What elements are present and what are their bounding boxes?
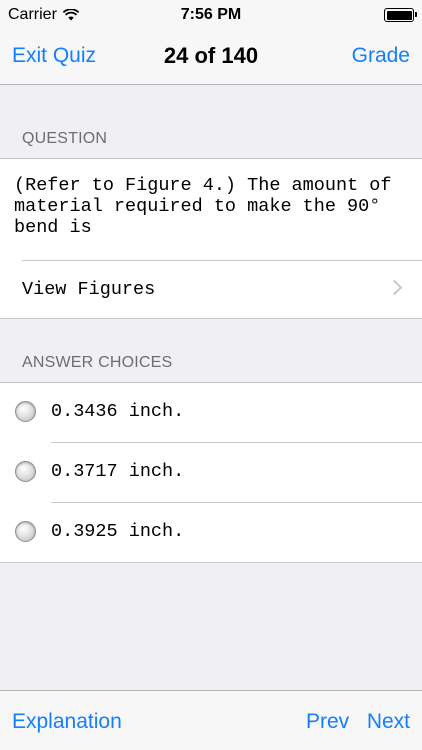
explanation-button[interactable]: Explanation — [12, 710, 122, 734]
answer-choice-1[interactable]: 0.3436 inch. — [0, 382, 422, 442]
answer-section-header: ANSWER CHOICES — [22, 354, 173, 371]
answer-choice-3[interactable]: 0.3925 inch. — [0, 502, 422, 562]
view-figures-row[interactable]: View Figures — [0, 261, 422, 318]
chevron-right-icon — [386, 279, 403, 296]
answer-label: 0.3436 inch. — [51, 401, 185, 422]
answer-label: 0.3717 inch. — [51, 461, 185, 482]
prev-button[interactable]: Prev — [306, 710, 349, 734]
grade-button[interactable]: Grade — [352, 44, 410, 68]
next-button[interactable]: Next — [367, 710, 410, 734]
question-section-header: QUESTION — [22, 130, 108, 147]
question-text: (Refer to Figure 4.) The amount of mater… — [14, 175, 392, 238]
radio-button-icon[interactable] — [15, 401, 36, 422]
answer-choice-2[interactable]: 0.3717 inch. — [0, 442, 422, 502]
status-bar: Carrier 7:56 PM — [0, 0, 422, 30]
battery-icon — [384, 8, 417, 22]
answer-label: 0.3925 inch. — [51, 521, 185, 542]
navigation-bar: Exit Quiz 24 of 140 Grade — [0, 30, 422, 85]
view-figures-label: View Figures — [22, 279, 156, 300]
status-time: 7:56 PM — [180, 6, 242, 23]
radio-button-icon[interactable] — [15, 461, 36, 482]
bottom-toolbar: Explanation Prev Next — [0, 690, 422, 750]
radio-button-icon[interactable] — [15, 521, 36, 542]
